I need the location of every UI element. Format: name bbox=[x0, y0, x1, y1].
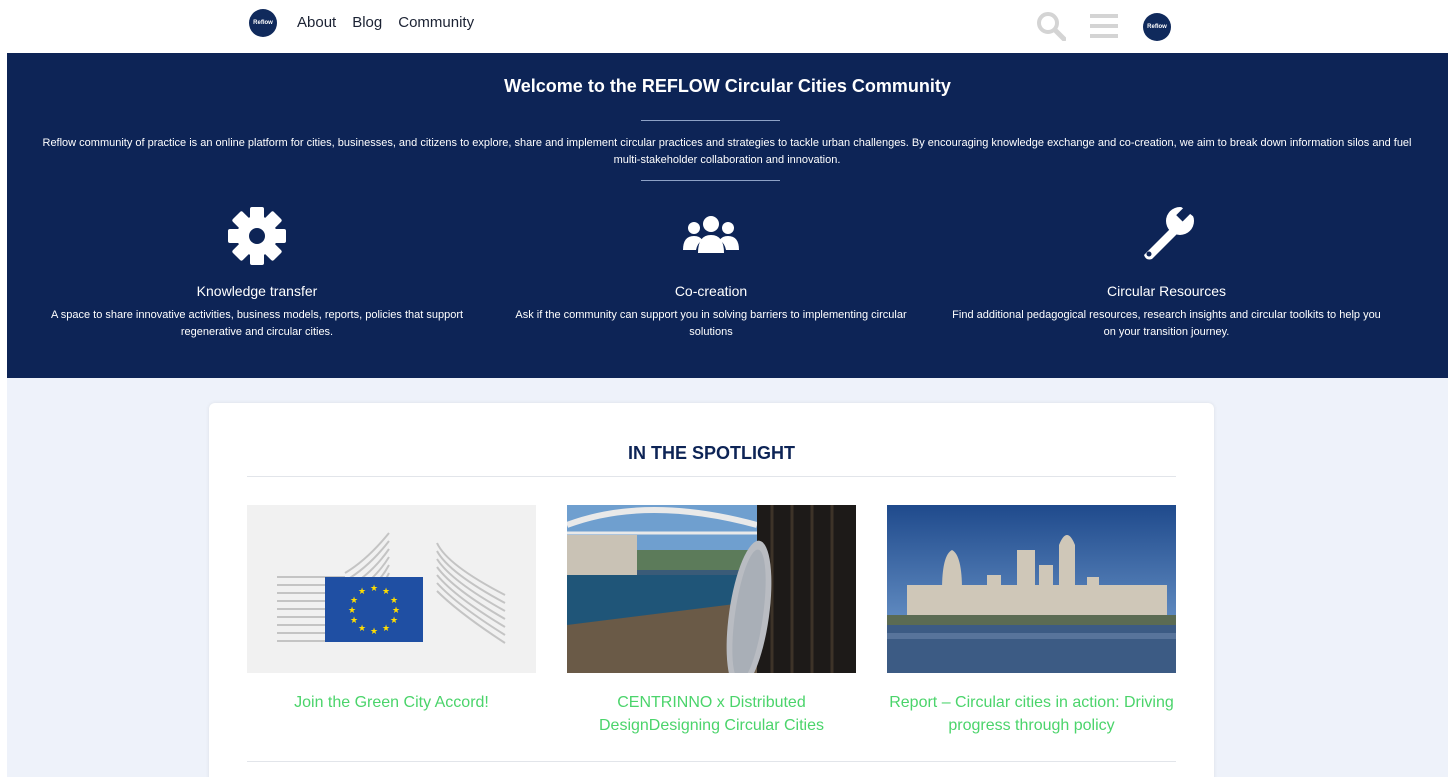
search-icon[interactable] bbox=[1036, 11, 1066, 41]
feature-circular-resources: Circular Resources Find additional pedag… bbox=[950, 203, 1383, 338]
porto-river-bridge-image[interactable] bbox=[567, 505, 856, 673]
gear-icon bbox=[228, 207, 286, 265]
spotlight-item-title[interactable]: Report – Circular cities in action: Driv… bbox=[887, 691, 1176, 737]
spotlight-item-title[interactable]: Join the Green City Accord! bbox=[247, 691, 536, 714]
svg-text:★: ★ bbox=[382, 586, 390, 596]
svg-text:★: ★ bbox=[392, 605, 400, 615]
svg-text:★: ★ bbox=[390, 595, 398, 605]
menu-icon[interactable] bbox=[1090, 13, 1118, 39]
svg-text:★: ★ bbox=[382, 623, 390, 633]
hero-section: Welcome to the REFLOW Circular Cities Co… bbox=[7, 53, 1448, 378]
spotlight-item: CENTRINNO x Distributed DesignDesigning … bbox=[567, 505, 856, 737]
nav-link-community[interactable]: Community bbox=[398, 14, 474, 31]
hero-title: Welcome to the REFLOW Circular Cities Co… bbox=[504, 76, 951, 96]
feature-co-creation: Co-creation Ask if the community can sup… bbox=[504, 203, 918, 338]
wrench-icon bbox=[1143, 205, 1194, 260]
feature-title: Co-creation bbox=[674, 283, 748, 299]
feature-title: Circular Resources bbox=[1106, 283, 1227, 299]
svg-text:★: ★ bbox=[348, 605, 356, 615]
svg-text:★: ★ bbox=[350, 615, 358, 625]
svg-text:★: ★ bbox=[358, 623, 366, 633]
feature-description: A space to share innovative activities, … bbox=[50, 309, 464, 338]
nav-link-blog[interactable]: Blog bbox=[352, 14, 382, 31]
feature-title: Knowledge transfer bbox=[196, 283, 318, 299]
top-navigation-bar: Reflow About Blog Community Reflow bbox=[0, 0, 1448, 53]
spotlight-title: IN THE SPOTLIGHT bbox=[627, 443, 795, 463]
spotlight-item: ★ ★ ★ ★ ★ ★ ★ ★ ★ ★ ★ ★ Join the Green City Acco… bbox=[247, 505, 536, 714]
spotlight-divider-top bbox=[247, 476, 1176, 477]
main-nav: About Blog Community bbox=[297, 14, 490, 31]
feature-knowledge-transfer: Knowledge transfer A space to share inno… bbox=[40, 203, 474, 338]
london-skyline-image[interactable] bbox=[887, 505, 1176, 673]
hero-divider-top bbox=[641, 120, 780, 121]
nav-link-about[interactable]: About bbox=[297, 14, 336, 31]
spotlight-item-title[interactable]: CENTRINNO x Distributed DesignDesigning … bbox=[567, 691, 856, 737]
reflow-logo[interactable]: Reflow bbox=[249, 9, 277, 37]
hero-description: Reflow community of practice is an onlin… bbox=[42, 137, 1412, 166]
svg-text:★: ★ bbox=[350, 595, 358, 605]
hero-divider-bottom bbox=[641, 180, 780, 181]
feature-description: Find additional pedagogical resources, r… bbox=[952, 309, 1381, 338]
spotlight-item: Report – Circular cities in action: Driv… bbox=[887, 505, 1176, 737]
users-icon bbox=[683, 216, 739, 253]
eu-commission-flag-image[interactable]: ★ ★★ ★★★ ★★★ ★★★ bbox=[247, 505, 536, 673]
feature-description: Ask if the community can support you in … bbox=[515, 309, 907, 338]
svg-text:★: ★ bbox=[358, 586, 366, 596]
svg-text:★: ★ bbox=[390, 615, 398, 625]
profile-logo[interactable]: Reflow bbox=[1143, 13, 1171, 41]
spotlight-divider-bottom bbox=[247, 761, 1176, 762]
svg-text:★: ★ bbox=[370, 626, 378, 636]
spotlight-card: IN THE SPOTLIGHT ★ ★ ★ ★ ★ ★ ★ ★ ★ ★ ★ ★ Join th… bbox=[209, 403, 1214, 777]
svg-text:★: ★ bbox=[370, 583, 378, 593]
